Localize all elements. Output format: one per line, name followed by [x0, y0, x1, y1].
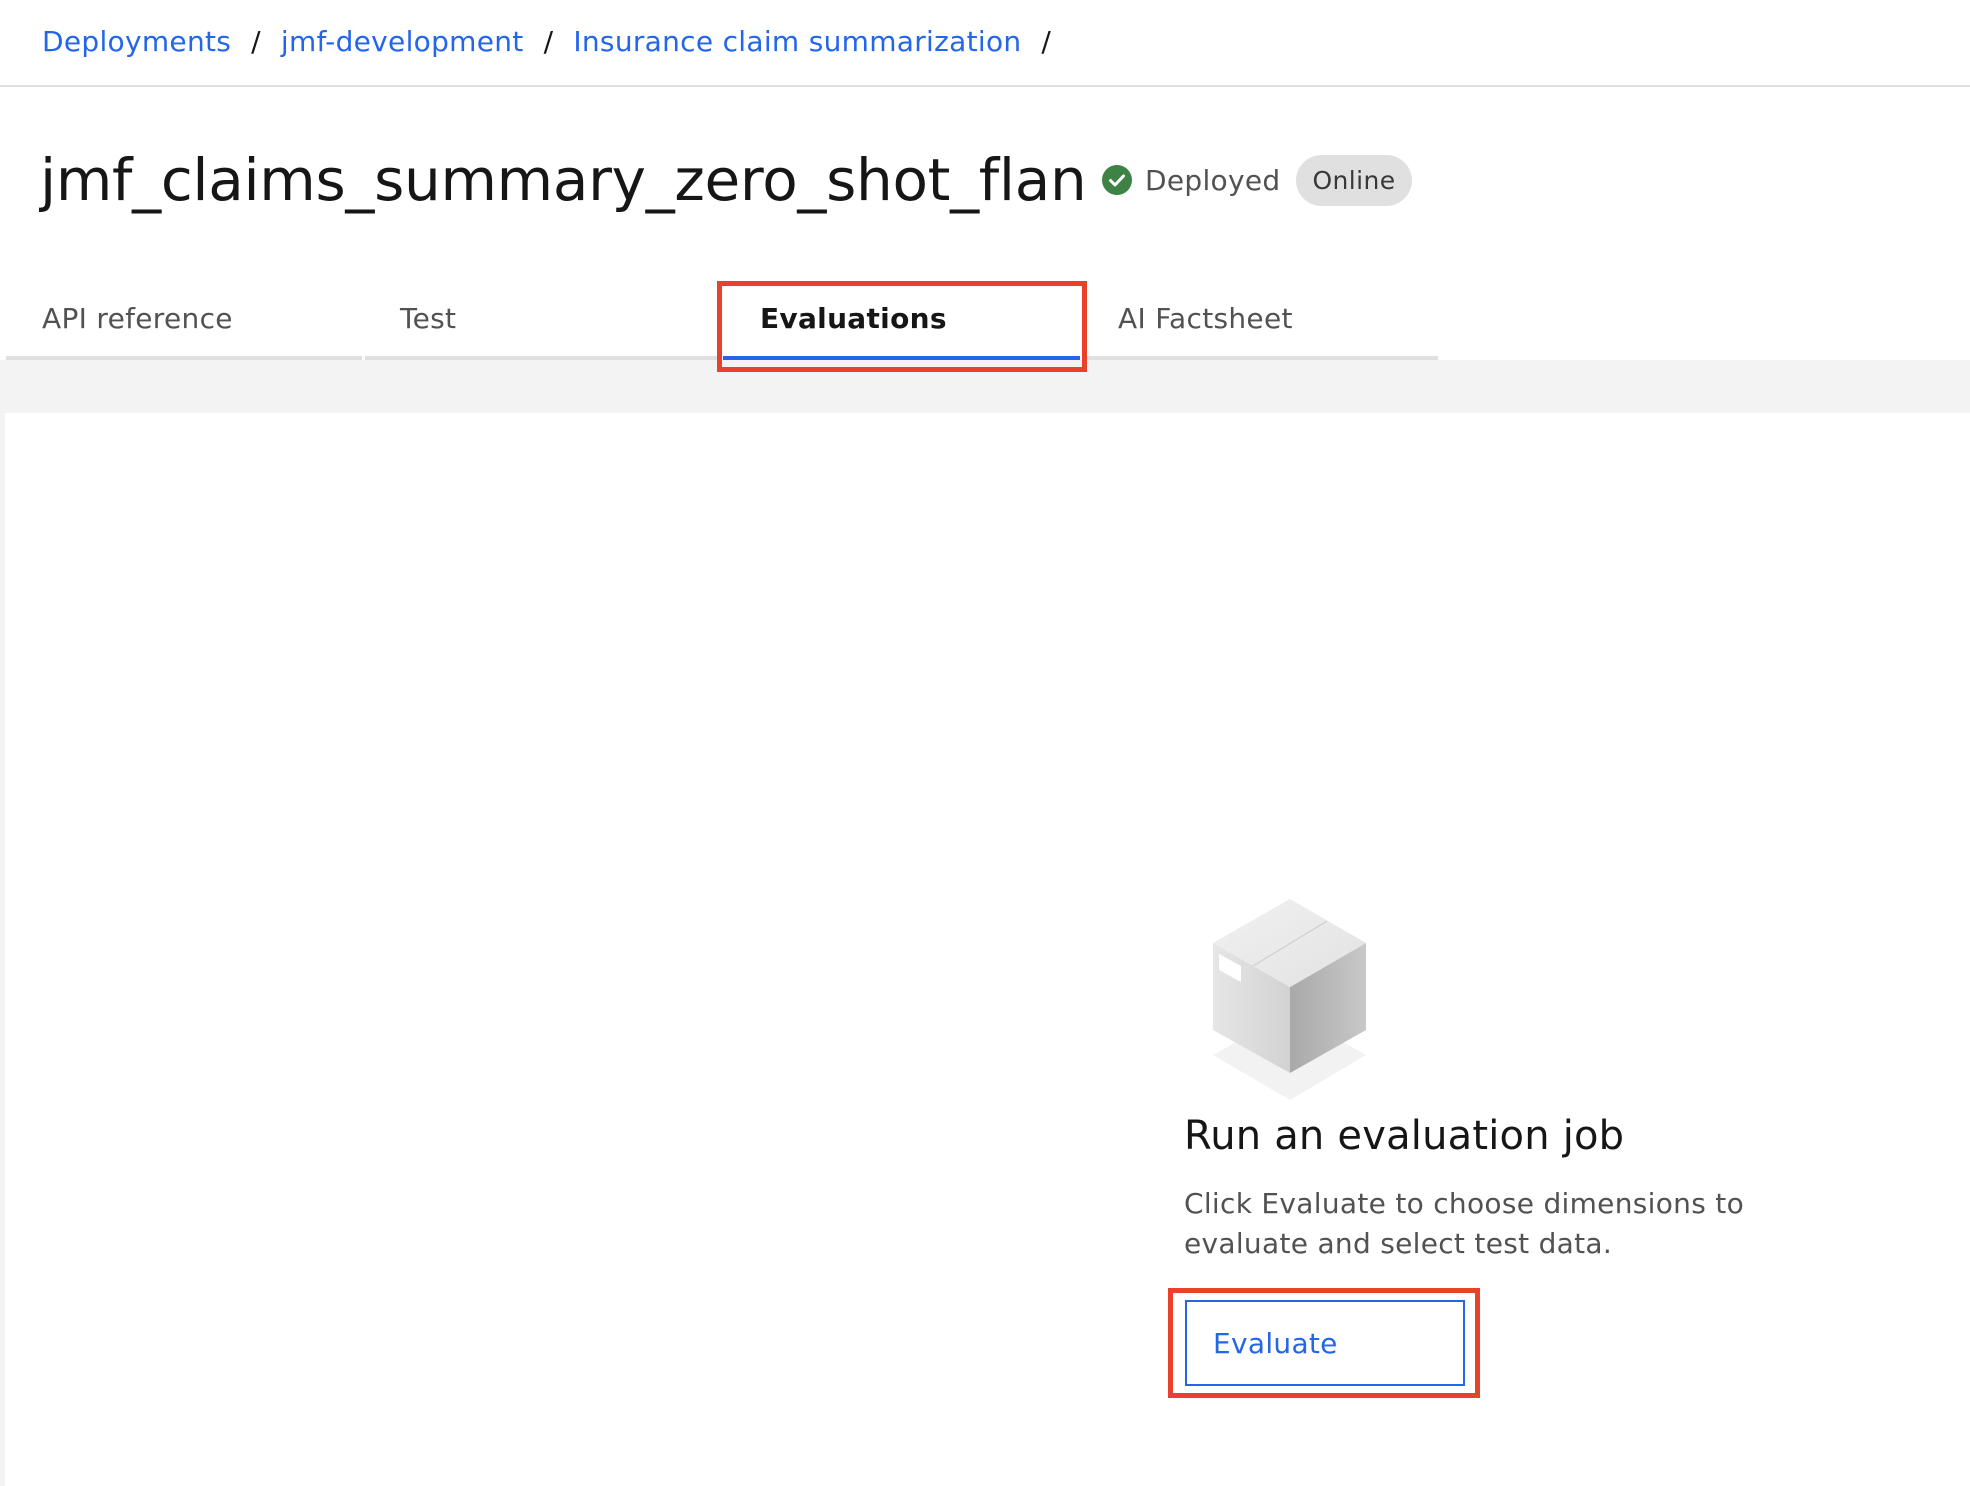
breadcrumb-link-deployments[interactable]: Deployments [42, 22, 231, 62]
content-header-band [0, 360, 1970, 413]
tab-test[interactable]: Test [365, 280, 719, 360]
empty-state-title: Run an evaluation job [1184, 1113, 1625, 1159]
status-label: Deployed [1145, 163, 1281, 197]
empty-state-description: Click Evaluate to choose dimensions to e… [1184, 1187, 1744, 1260]
tab-ai-factsheet[interactable]: AI Factsheet [1083, 280, 1438, 360]
tab-label: API reference [42, 301, 233, 335]
page: Deployments / jmf-development / Insuranc… [0, 0, 1970, 1486]
breadcrumb-link-asset[interactable]: Insurance claim summarization [573, 22, 1021, 62]
tab-api-reference[interactable]: API reference [6, 280, 362, 360]
page-title: jmf_claims_summary_zero_shot_flan [40, 146, 1087, 214]
deployment-status: Deployed [1102, 160, 1280, 200]
breadcrumb-separator: / [251, 25, 261, 58]
evaluate-button[interactable]: Evaluate [1185, 1300, 1465, 1386]
tab-label: AI Factsheet [1118, 301, 1293, 335]
breadcrumb-separator: / [1041, 25, 1052, 58]
breadcrumb: Deployments / jmf-development / Insuranc… [42, 22, 1071, 62]
evaluations-panel [5, 413, 1970, 1486]
online-badge: Online [1296, 155, 1412, 206]
breadcrumb-separator: / [543, 25, 554, 58]
breadcrumb-bar: Deployments / jmf-development / Insuranc… [0, 0, 1970, 87]
tab-evaluations[interactable]: Evaluations [723, 280, 1080, 360]
cardboard-box-icon [1213, 899, 1366, 1100]
tab-label: Test [400, 301, 457, 335]
breadcrumb-link-space[interactable]: jmf-development [281, 22, 524, 62]
tab-label: Evaluations [760, 301, 947, 335]
checkmark-filled-icon [1102, 165, 1132, 195]
